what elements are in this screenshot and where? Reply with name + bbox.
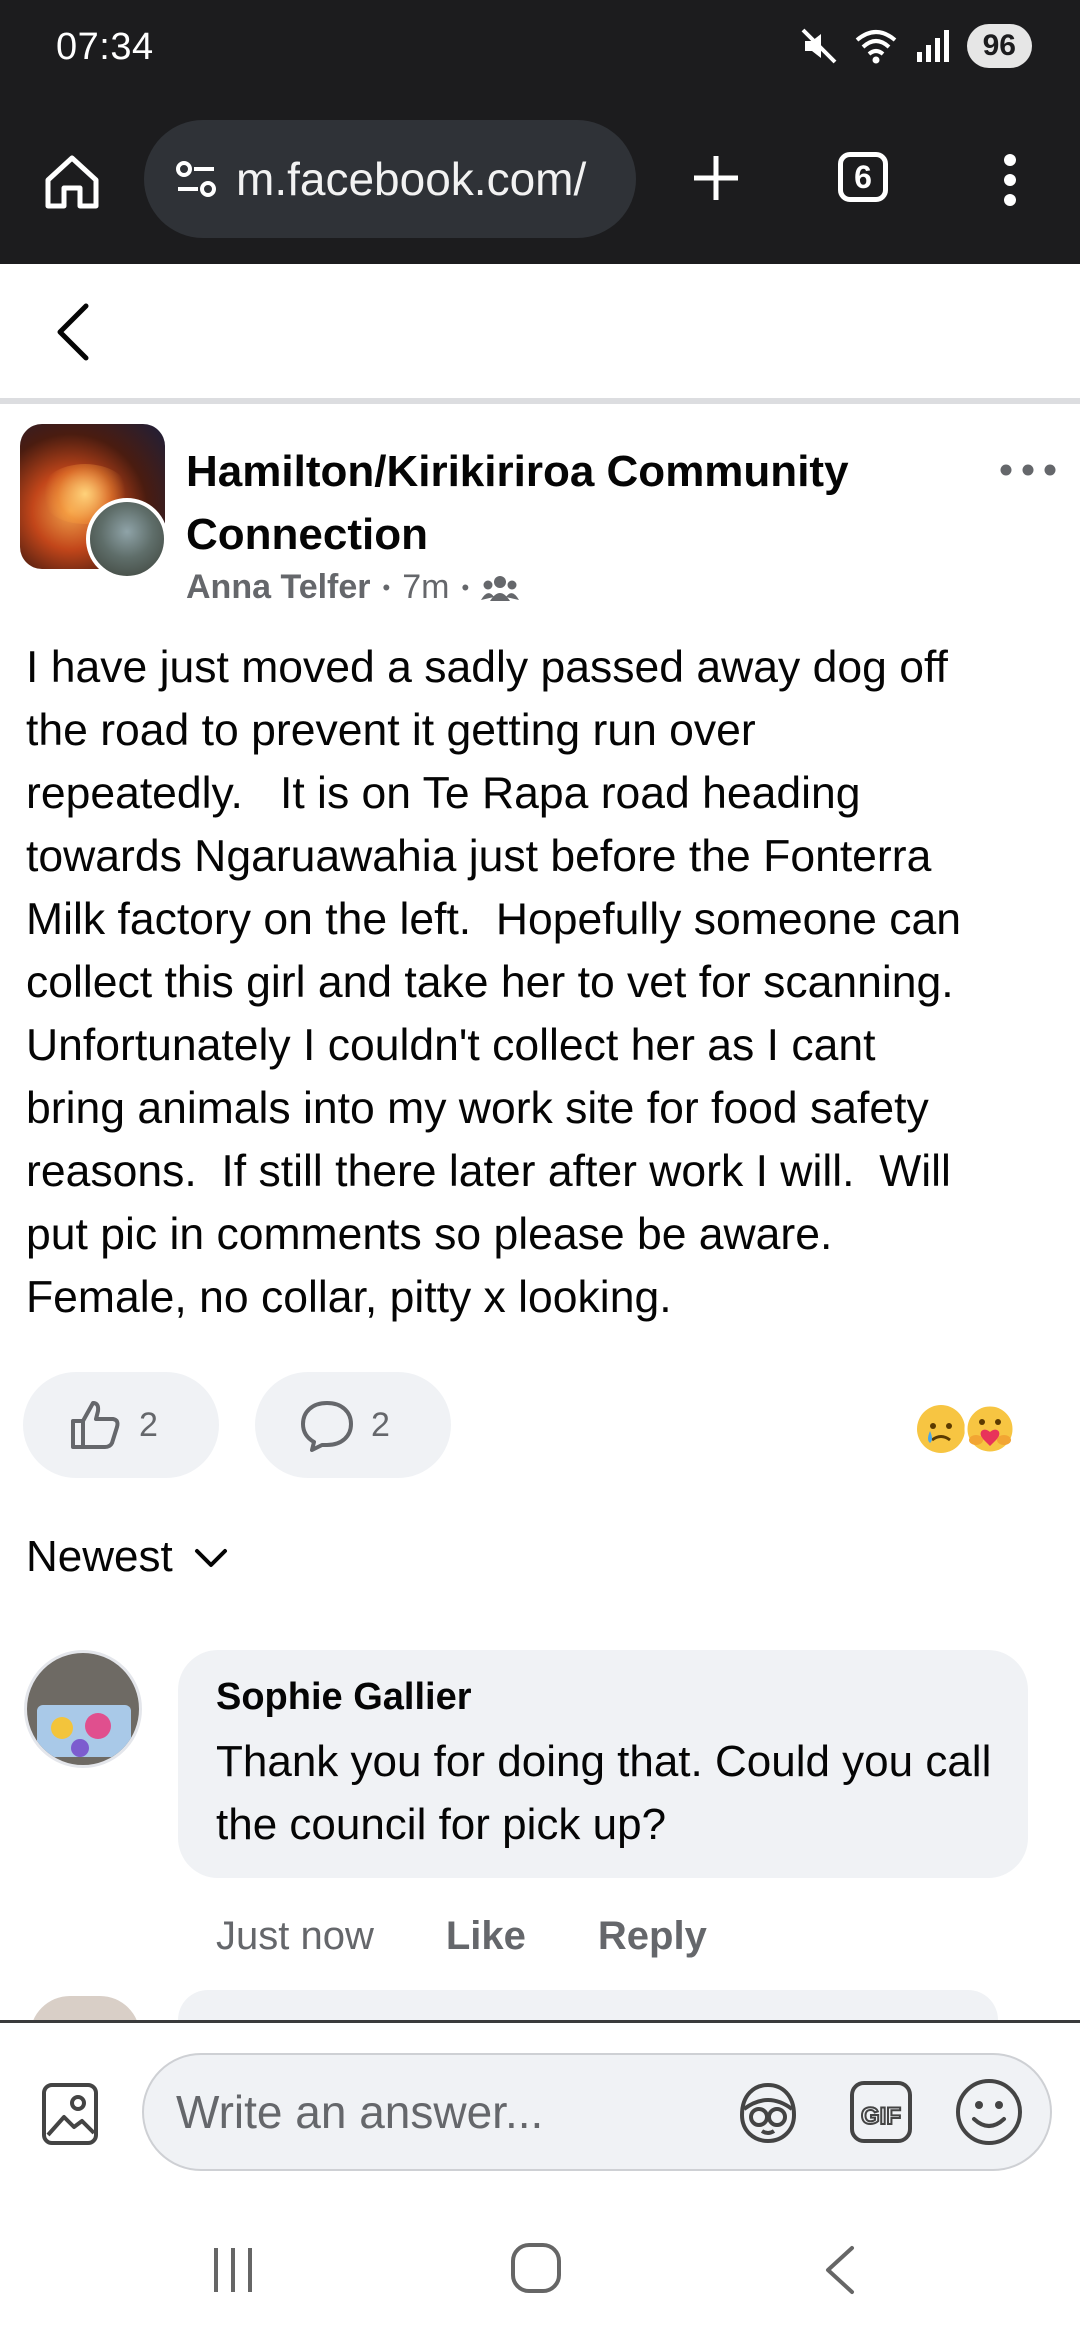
system-back-icon[interactable]	[820, 2242, 860, 2298]
signal-icon	[916, 30, 949, 62]
thumbs-up-icon	[71, 1401, 120, 1449]
comment-button[interactable]: 2	[255, 1372, 451, 1478]
comment-composer: Write an answer... GIF	[0, 2020, 1080, 2201]
like-button[interactable]: 2	[23, 1372, 219, 1478]
sad-reaction-icon	[917, 1405, 965, 1453]
page-header	[0, 264, 1080, 398]
post-author[interactable]: Anna Telfer	[186, 568, 371, 607]
mute-icon	[801, 28, 837, 64]
meta-separator: •	[461, 574, 470, 600]
recent-apps-icon[interactable]	[208, 2244, 258, 2296]
wifi-icon	[855, 30, 896, 64]
comment-text: Thank you for doing that. Could you call…	[216, 1737, 992, 1849]
status-icons: 96	[799, 24, 1032, 68]
comment-like-button[interactable]: Like	[446, 1914, 526, 1959]
post-text: I have just moved a sadly passed away do…	[26, 643, 961, 1322]
home-icon[interactable]	[40, 150, 104, 214]
system-navigation-bar	[0, 2198, 1080, 2340]
header-divider	[0, 398, 1080, 404]
comment-input[interactable]: Write an answer...	[142, 2053, 1052, 2171]
sort-label: Newest	[26, 1532, 173, 1581]
comment-sort-dropdown[interactable]: Newest	[26, 1532, 231, 1582]
status-time: 07:34	[56, 26, 154, 68]
battery-indicator: 96	[966, 24, 1032, 68]
url-text[interactable]: m.facebook.com/	[236, 152, 586, 206]
browser-toolbar: m.facebook.com/ 6	[0, 100, 1080, 264]
comment-reply-button[interactable]: Reply	[598, 1914, 707, 1959]
svg-text:GIF: GIF	[861, 2103, 901, 2130]
avatar-sticker-icon[interactable]	[732, 2079, 804, 2147]
site-settings-icon[interactable]	[170, 153, 222, 205]
gif-icon[interactable]: GIF	[848, 2077, 914, 2147]
comment-bubble-icon	[301, 1401, 353, 1452]
post-time[interactable]: 7m	[402, 568, 449, 607]
comment-time[interactable]: Just now	[216, 1914, 374, 1959]
tab-switcher-button[interactable]: 6	[838, 152, 888, 202]
system-home-icon[interactable]	[508, 2240, 564, 2296]
post-meta: Anna Telfer • 7m •	[186, 568, 520, 607]
comment-count: 2	[371, 1405, 390, 1444]
new-tab-icon[interactable]	[684, 146, 748, 210]
status-bar: 07:34 96	[0, 0, 1080, 100]
avatar-photo-part	[85, 1713, 111, 1739]
chevron-down-icon	[194, 1549, 227, 1567]
author-avatar[interactable]	[86, 498, 168, 580]
avatar-photo-part	[71, 1739, 89, 1757]
group-audience-icon	[481, 575, 520, 601]
photo-icon[interactable]	[38, 2075, 102, 2151]
group-name[interactable]: Hamilton/Kirikiriroa Community Connectio…	[186, 440, 906, 566]
comment-actions: Just now Like Reply	[216, 1914, 707, 1959]
tab-count: 6	[854, 158, 872, 195]
meta-separator: •	[382, 574, 391, 600]
next-comment-bubble	[178, 1990, 998, 2020]
more-vertical-icon[interactable]	[990, 148, 1030, 212]
comment-author[interactable]: Sophie Gallier	[216, 1676, 472, 1719]
like-count: 2	[139, 1405, 158, 1444]
url-bar[interactable]: m.facebook.com/	[144, 120, 636, 238]
commenter-avatar[interactable]	[24, 1650, 142, 1768]
reaction-summary[interactable]	[914, 1402, 1026, 1456]
more-horizontal-icon[interactable]	[998, 458, 1058, 482]
care-reaction-icon	[964, 1403, 1016, 1455]
comment-bubble: Sophie Gallier Thank you for doing that.…	[178, 1650, 1028, 1878]
back-arrow-icon[interactable]	[48, 300, 98, 364]
emoji-icon[interactable]	[954, 2077, 1024, 2147]
avatar-photo-part	[51, 1717, 73, 1739]
